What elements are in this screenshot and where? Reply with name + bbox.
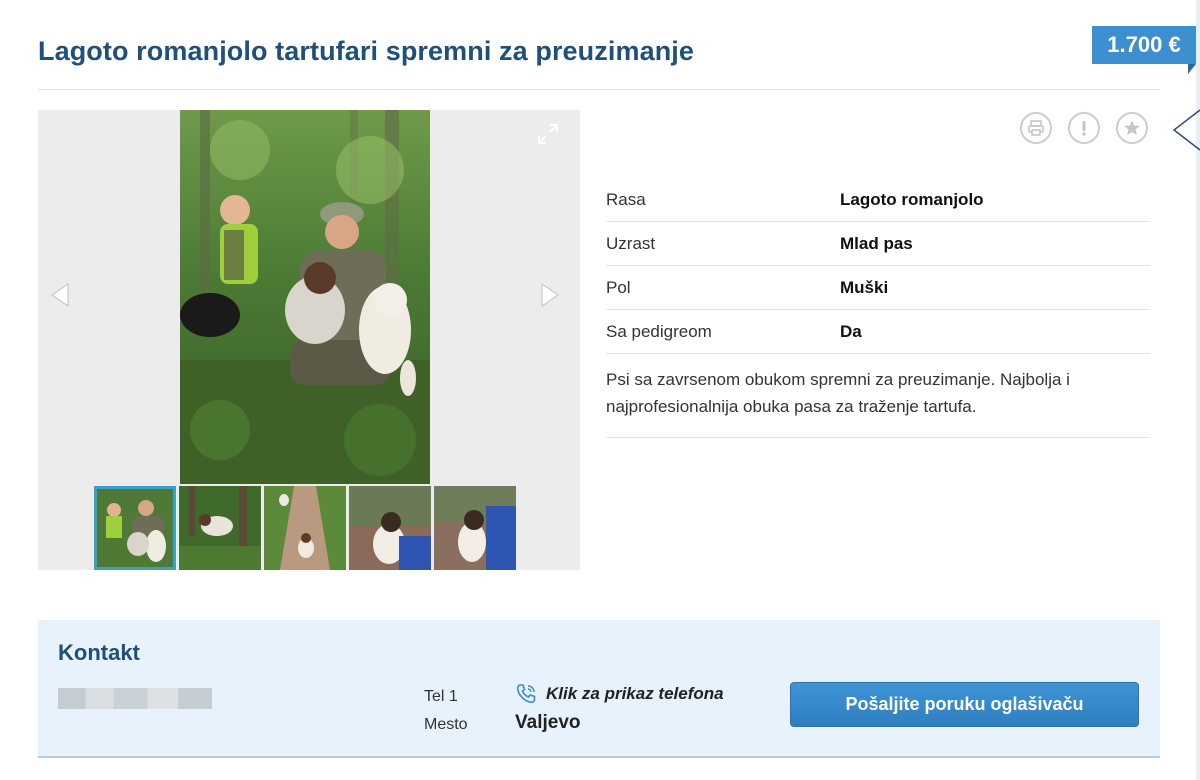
blurred-seller-name: [58, 688, 212, 709]
send-message-button[interactable]: Pošaljite poruku oglašivaču: [790, 682, 1139, 727]
detail-label: Sa pedigreom: [606, 321, 712, 341]
thumbnail-3[interactable]: [264, 486, 346, 570]
thumbnail-strip: [94, 486, 516, 570]
decorative-edge-line: [1172, 109, 1200, 151]
city-label: Mesto: [424, 716, 468, 733]
listing-description: Psi sa zavrsenom obukom spremni za preuz…: [606, 354, 1150, 438]
listing-title: Lagoto romanjolo tartufari spremni za pr…: [38, 36, 694, 66]
detail-value: Da: [840, 321, 862, 341]
detail-value: Mlad pas: [840, 233, 913, 253]
arrow-right-icon[interactable]: [538, 282, 562, 308]
contact-section: Kontakt Tel 1 Mesto Klik za prikaz telef…: [38, 620, 1160, 758]
phone-icon: [516, 684, 536, 704]
show-phone-link[interactable]: Klik za prikaz telefona: [514, 682, 724, 706]
exclamation-icon[interactable]: [1068, 112, 1100, 144]
detail-row-pedigree: Sa pedigreom Da: [606, 310, 1150, 354]
printer-icon[interactable]: [1020, 112, 1052, 144]
title-divider: [38, 89, 1160, 90]
city-value: Valjevo: [515, 712, 581, 733]
detail-label: Rasa: [606, 189, 646, 209]
detail-label: Pol: [606, 277, 631, 297]
detail-row-breed: Rasa Lagoto romanjolo: [606, 178, 1150, 222]
listing-details: Rasa Lagoto romanjolo Uzrast Mlad pas Po…: [606, 178, 1150, 438]
detail-value: Muški: [840, 277, 889, 297]
detail-label: Uzrast: [606, 233, 656, 253]
listing-actions: [1020, 112, 1148, 144]
phone-label: Tel 1: [424, 688, 458, 705]
main-photo[interactable]: [180, 110, 430, 484]
thumbnail-4[interactable]: [349, 486, 431, 570]
arrow-left-icon[interactable]: [48, 282, 72, 308]
detail-value: Lagoto romanjolo: [840, 189, 984, 209]
thumbnail-1[interactable]: [94, 486, 176, 570]
thumbnail-2[interactable]: [179, 486, 261, 570]
photo-gallery: [38, 110, 580, 570]
show-phone-text: Klik za prikaz telefona: [546, 684, 724, 703]
star-icon[interactable]: [1116, 112, 1148, 144]
price-badge-tail: [1188, 64, 1196, 74]
expand-icon[interactable]: [536, 122, 560, 146]
detail-row-sex: Pol Muški: [606, 266, 1150, 310]
thumbnail-5[interactable]: [434, 486, 516, 570]
contact-title: Kontakt: [58, 640, 140, 665]
detail-row-age: Uzrast Mlad pas: [606, 222, 1150, 266]
price-badge: 1.700 €: [1092, 26, 1196, 64]
